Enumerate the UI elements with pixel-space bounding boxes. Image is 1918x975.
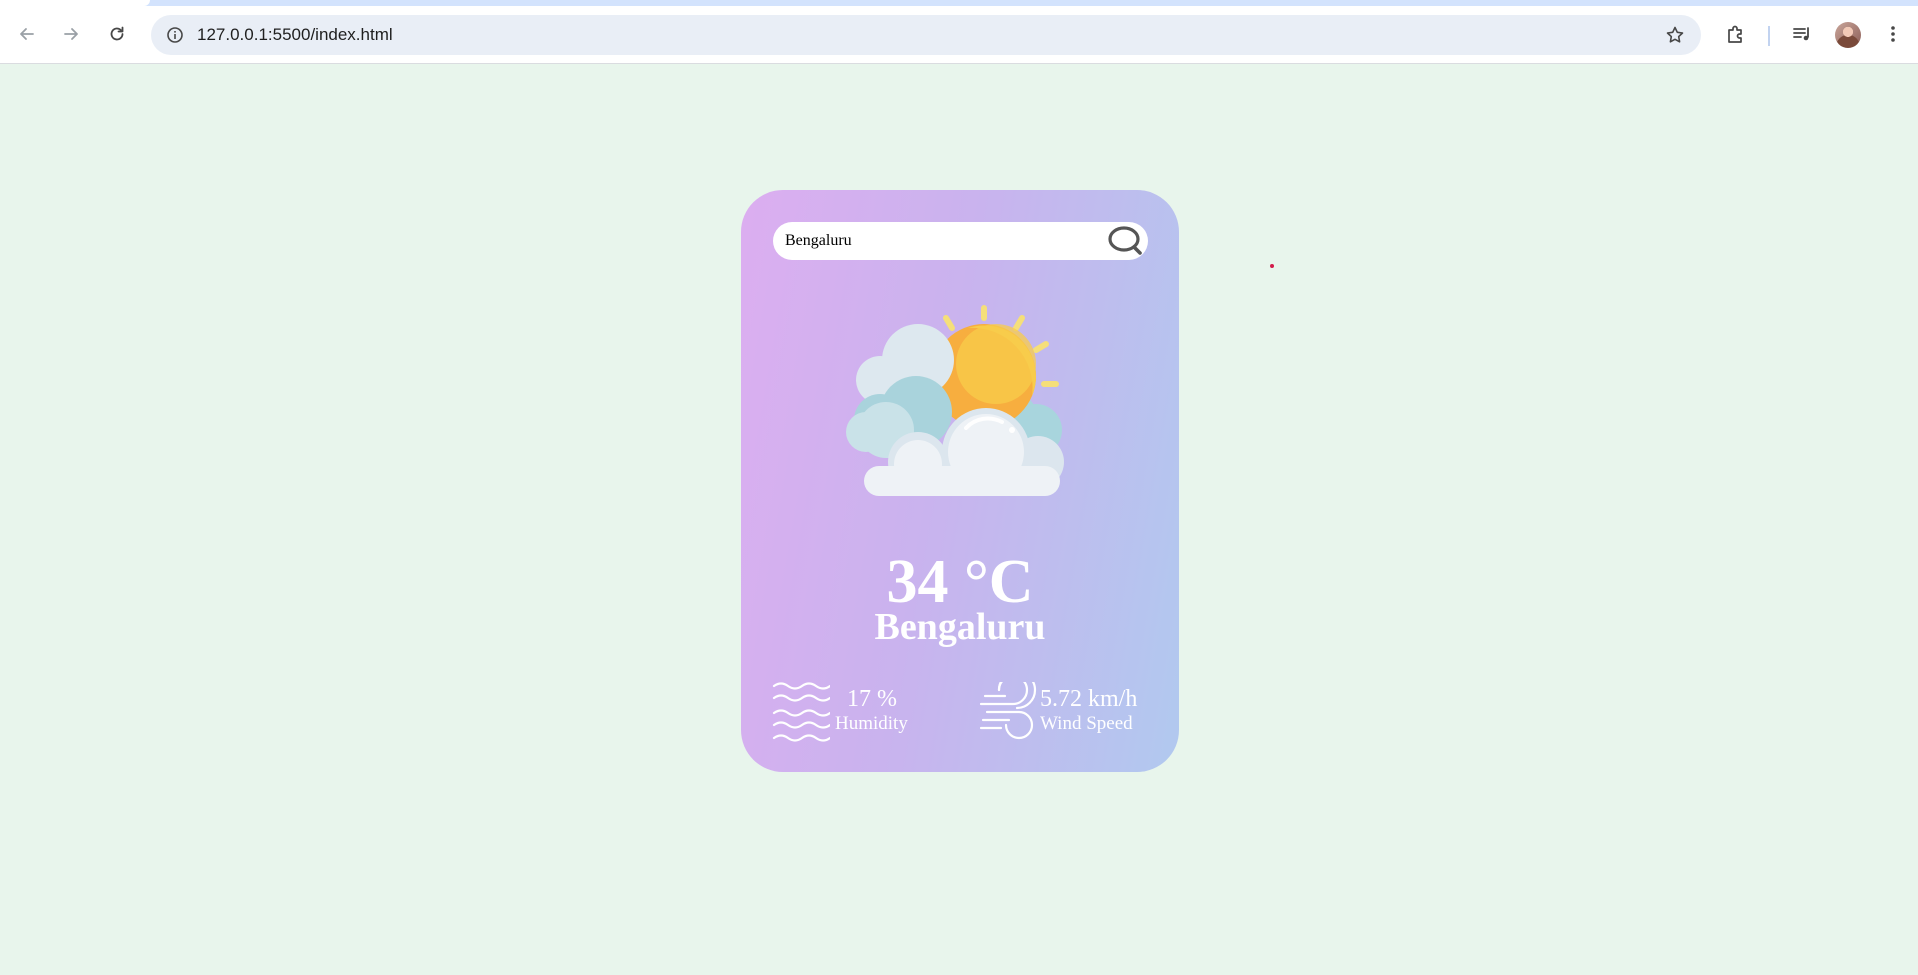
humidity-waves-icon xyxy=(772,682,830,742)
url-text[interactable]: 127.0.0.1:5500/index.html xyxy=(197,15,393,55)
humidity-label: Humidity xyxy=(835,713,908,734)
puzzle-icon xyxy=(1728,25,1742,43)
media-control-icon xyxy=(1793,27,1809,41)
avatar[interactable] xyxy=(1835,22,1861,48)
kebab-menu-icon xyxy=(1891,26,1895,42)
page-viewport: 34 °C Bengaluru 17 % Humidity xyxy=(0,64,1918,975)
reload-icon xyxy=(110,26,124,41)
browser-toolbar: 127.0.0.1:5500/index.html xyxy=(0,6,1918,64)
info-icon xyxy=(167,27,183,43)
site-info-button[interactable] xyxy=(159,19,191,51)
search-button[interactable] xyxy=(1106,224,1146,258)
toolbar-divider xyxy=(1768,26,1770,46)
back-arrow-icon xyxy=(20,28,34,40)
wind-icon xyxy=(979,682,1037,740)
forward-button[interactable] xyxy=(53,16,89,52)
search-bar xyxy=(773,222,1148,260)
city-name: Bengaluru xyxy=(874,606,1046,648)
humidity-value: 17 % xyxy=(847,686,897,712)
back-button[interactable] xyxy=(9,16,45,52)
partly-cloudy-sun-icon xyxy=(846,305,1064,496)
extensions-button[interactable] xyxy=(1718,16,1754,52)
wind-panel: 5.72 km/h Wind Speed xyxy=(979,682,1154,744)
bookmark-button[interactable] xyxy=(1659,19,1691,51)
stray-dot xyxy=(1270,264,1274,268)
weather-card: 34 °C Bengaluru 17 % Humidity xyxy=(741,190,1179,772)
forward-arrow-icon xyxy=(64,28,78,40)
media-control-button[interactable] xyxy=(1784,16,1820,52)
weather-details: 17 % Humidity 5.72 km/h Wind Speed xyxy=(772,682,1152,744)
wind-speed-label: Wind Speed xyxy=(1040,713,1133,734)
browser-menu-button[interactable] xyxy=(1875,16,1911,52)
star-icon xyxy=(1666,26,1684,43)
humidity-panel: 17 % Humidity xyxy=(772,682,932,744)
city-search-input[interactable] xyxy=(773,222,1098,260)
address-bar[interactable]: 127.0.0.1:5500/index.html xyxy=(151,15,1701,55)
reload-button[interactable] xyxy=(99,16,135,52)
search-icon xyxy=(1108,226,1142,255)
wind-speed-value: 5.72 km/h xyxy=(1040,686,1138,712)
